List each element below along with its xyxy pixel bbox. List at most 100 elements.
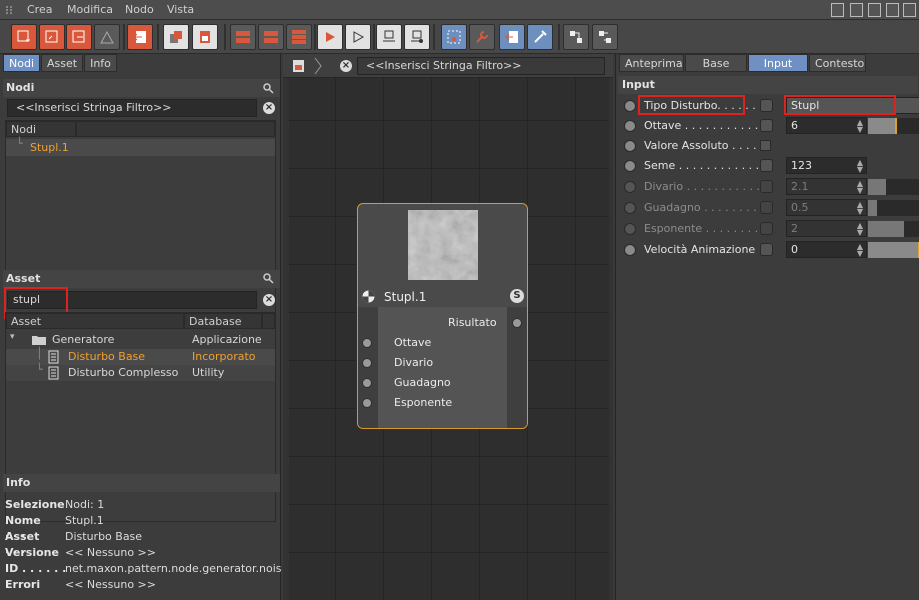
- tab-info[interactable]: Info: [84, 54, 117, 72]
- expand-arrow-icon[interactable]: ▾: [10, 332, 15, 342]
- lock-icon[interactable]: [886, 3, 899, 17]
- animate-toggle[interactable]: [760, 180, 773, 193]
- esponente-slider[interactable]: [868, 221, 919, 237]
- keyframe-led[interactable]: [624, 181, 636, 193]
- layout-vertical-button[interactable]: [258, 24, 284, 50]
- stepper-icon[interactable]: ▲ ▼: [857, 119, 863, 134]
- new-window-icon[interactable]: [868, 3, 881, 17]
- clear-editor-filter-icon[interactable]: ×: [340, 60, 352, 72]
- database-column-header[interactable]: Database: [184, 313, 262, 329]
- input-port-esponente[interactable]: [362, 398, 372, 408]
- info-row-id: ID . . . . . . net.maxon.pattern.node.gen…: [5, 562, 281, 575]
- add-node-button[interactable]: [11, 24, 37, 50]
- animate-toggle[interactable]: [760, 99, 773, 112]
- node-canvas[interactable]: Stupl.1 S Risultato Ottave Divario Guada…: [289, 78, 609, 600]
- animate-toggle[interactable]: [760, 159, 773, 172]
- stepper-icon[interactable]: ▲ ▼: [857, 222, 863, 237]
- seme-input[interactable]: 123 ▲ ▼: [786, 157, 867, 174]
- keyframe-led[interactable]: [624, 100, 636, 112]
- divario-slider[interactable]: [868, 179, 919, 195]
- wrench-icon: [476, 31, 488, 43]
- brush-button[interactable]: [527, 24, 553, 50]
- layout-horizontal-button[interactable]: [230, 24, 256, 50]
- copy-node-button[interactable]: [163, 24, 189, 50]
- tab-anteprima[interactable]: Anteprima: [619, 54, 684, 72]
- menu-vista[interactable]: Vista: [167, 3, 194, 16]
- keyframe-led[interactable]: [624, 202, 636, 214]
- tool-button[interactable]: [469, 24, 495, 50]
- node-solo-badge[interactable]: S: [510, 289, 524, 303]
- connect-button[interactable]: [563, 24, 589, 50]
- step-button[interactable]: [345, 24, 371, 50]
- search-icon[interactable]: [263, 273, 274, 284]
- rows-icon: [236, 31, 250, 43]
- import-asset-button[interactable]: [499, 24, 525, 50]
- guadagno-slider[interactable]: [868, 200, 919, 216]
- velocita-input[interactable]: 0 ▲ ▼: [786, 241, 867, 258]
- asset-row-disturbo-base[interactable]: │ Disturbo Base Incorporato: [6, 347, 275, 365]
- guadagno-input[interactable]: 0.5 ▲ ▼: [786, 199, 867, 216]
- clear-search-icon[interactable]: ×: [263, 294, 275, 306]
- tab-base[interactable]: Base: [685, 54, 747, 72]
- ottave-input[interactable]: 6 ▲ ▼: [786, 117, 867, 134]
- prop-label: Valore Assoluto . . . . .: [644, 139, 764, 152]
- clear-filter-icon[interactable]: ×: [263, 102, 275, 114]
- input-port-guadagno[interactable]: [362, 378, 372, 388]
- asset-column-header[interactable]: Asset: [6, 313, 184, 329]
- asset-row-generatore[interactable]: ▾ Generatore Applicazione: [6, 332, 275, 348]
- maximize-icon[interactable]: [903, 3, 916, 17]
- layout-stack-button[interactable]: [286, 24, 312, 50]
- keyframe-led[interactable]: [624, 120, 636, 132]
- tab-nodi[interactable]: Nodi: [3, 54, 40, 72]
- animate-toggle[interactable]: [760, 243, 773, 256]
- asset-row-disturbo-complesso[interactable]: └ Disturbo Complesso Utility: [6, 363, 275, 381]
- node-stupl[interactable]: Stupl.1 S Risultato Ottave Divario Guada…: [357, 203, 528, 429]
- editor-filter-input[interactable]: <<Inserisci Stringa Filtro>>: [357, 57, 605, 75]
- solo-node-button[interactable]: [66, 24, 92, 50]
- search-icon[interactable]: [263, 83, 274, 94]
- menu-nodo[interactable]: Nodo: [125, 3, 154, 16]
- animate-toggle[interactable]: [760, 201, 773, 214]
- disconnect-button[interactable]: [592, 24, 618, 50]
- velocita-slider[interactable]: [868, 242, 919, 258]
- tab-asset[interactable]: Asset: [41, 54, 84, 72]
- add-group-button[interactable]: [39, 24, 65, 50]
- divario-input[interactable]: 2.1 ▲ ▼: [786, 178, 867, 195]
- input-port-ottave[interactable]: [362, 338, 372, 348]
- play-button[interactable]: [317, 24, 343, 50]
- tab-contesto[interactable]: Contesto: [809, 54, 866, 72]
- node-title: Stupl.1: [384, 290, 427, 304]
- nodes-filter-input[interactable]: <<Inserisci Stringa Filtro>>: [7, 99, 257, 117]
- stepper-icon[interactable]: ▲ ▼: [857, 243, 863, 258]
- tree-row[interactable]: └ Stupl.1: [6, 137, 275, 156]
- shape-button[interactable]: [94, 24, 120, 50]
- nodes-column-header[interactable]: Nodi: [6, 121, 76, 137]
- ottave-slider[interactable]: [868, 118, 919, 134]
- node-graph-icon[interactable]: [292, 59, 305, 73]
- menu-crea[interactable]: Crea: [27, 3, 52, 16]
- paste-node-button[interactable]: [192, 24, 218, 50]
- stepper-icon[interactable]: ▲ ▼: [857, 159, 863, 174]
- animate-toggle[interactable]: [760, 222, 773, 235]
- keyframe-led[interactable]: [624, 160, 636, 172]
- menu-modifica[interactable]: Modifica: [67, 3, 113, 16]
- keyframe-led[interactable]: [624, 244, 636, 256]
- port-out-button[interactable]: [404, 24, 430, 50]
- import-button[interactable]: [127, 24, 153, 50]
- keyframe-led[interactable]: [624, 140, 636, 152]
- absolute-value-checkbox[interactable]: [760, 140, 771, 151]
- output-port-risultato[interactable]: [512, 318, 522, 328]
- animate-toggle[interactable]: [760, 119, 773, 132]
- tab-input[interactable]: Input: [748, 54, 808, 72]
- input-port-divario[interactable]: [362, 358, 372, 368]
- esponente-input[interactable]: 2 ▲ ▼: [786, 220, 867, 237]
- stepper-icon[interactable]: ▲ ▼: [857, 201, 863, 216]
- layout-split-icon[interactable]: [850, 3, 863, 17]
- keyframe-led[interactable]: [624, 223, 636, 235]
- frame-selected-button[interactable]: [441, 24, 467, 50]
- input-section-header: Input: [618, 76, 918, 94]
- stepper-icon[interactable]: ▲ ▼: [857, 180, 863, 195]
- prop-ottave: Ottave . . . . . . . . . . . . . 6 ▲ ▼: [616, 116, 919, 136]
- port-button[interactable]: [376, 24, 402, 50]
- layout-panel-icon[interactable]: [831, 3, 844, 17]
